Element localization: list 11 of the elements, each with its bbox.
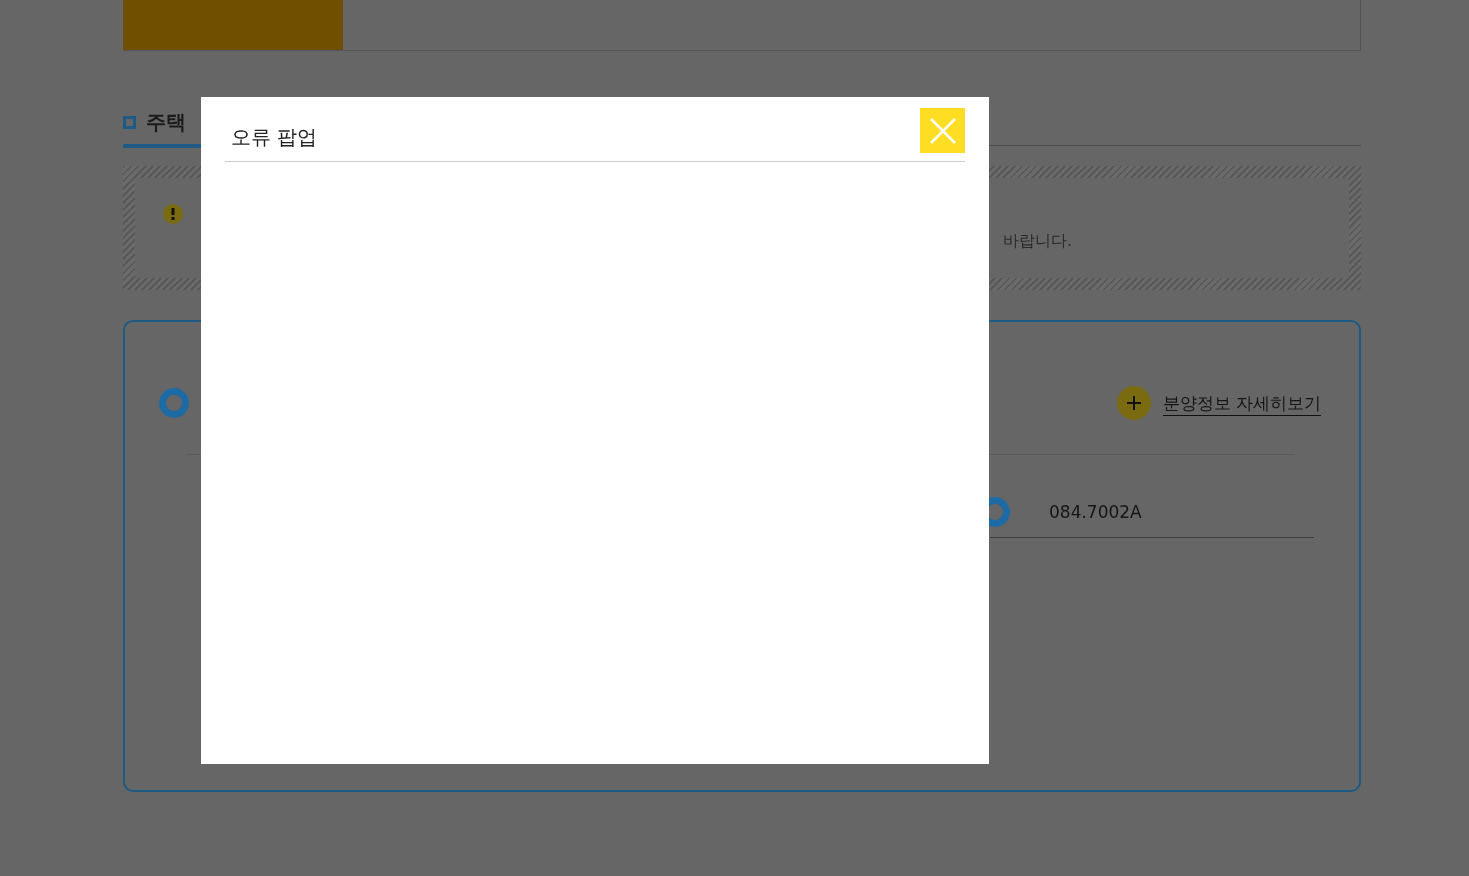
square-icon (123, 115, 136, 129)
close-icon (929, 117, 956, 144)
plus-icon (1116, 386, 1151, 420)
warning-icon (163, 204, 183, 224)
notice-text: 바랍니다. (1003, 230, 1073, 252)
section-heading: 주택 (146, 109, 186, 136)
item-code: 084.7002A (1049, 501, 1142, 524)
close-button[interactable] (920, 108, 965, 153)
dialog-title: 오류 팝업 (231, 124, 318, 151)
detail-link[interactable]: 분양정보 자세히보기 (1162, 390, 1321, 416)
ring-icon (159, 388, 189, 418)
